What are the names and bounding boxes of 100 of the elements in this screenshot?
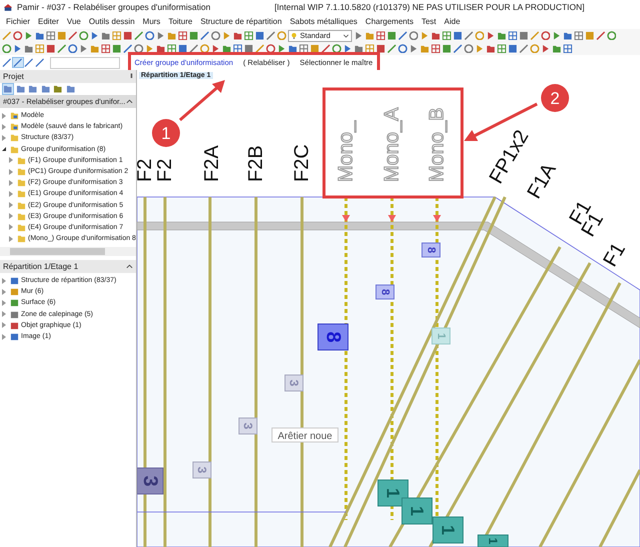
grid-icon[interactable] [563, 44, 572, 54]
line-icon[interactable] [57, 44, 66, 54]
expander-icon[interactable] [2, 147, 6, 152]
grid-icon[interactable] [574, 30, 583, 40]
circle-icon[interactable] [398, 44, 408, 54]
grid-icon[interactable] [244, 30, 254, 40]
grid-icon[interactable] [442, 30, 451, 40]
line-icon[interactable] [321, 44, 330, 54]
grid-icon[interactable] [431, 44, 440, 54]
menu-item[interactable]: Chargements [365, 17, 414, 26]
menu-item[interactable]: Vue [66, 17, 81, 26]
line-icon[interactable] [189, 44, 198, 54]
menu-item[interactable]: Fichier [6, 17, 30, 26]
grid-icon[interactable] [35, 44, 44, 54]
square-icon[interactable] [310, 44, 320, 54]
circle-icon[interactable] [474, 30, 484, 40]
number-tag[interactable]: 8 [376, 284, 394, 300]
scrollbar[interactable] [0, 247, 136, 256]
line-icon[interactable] [530, 30, 539, 40]
menu-item[interactable]: Toiture [168, 17, 192, 26]
circle-icon[interactable] [13, 30, 22, 40]
circle-icon[interactable] [540, 30, 550, 40]
grid-icon[interactable] [376, 30, 385, 40]
circle-icon[interactable] [2, 44, 12, 54]
circle-icon[interactable] [134, 44, 144, 54]
square-icon[interactable] [244, 44, 254, 54]
circle-icon[interactable] [332, 44, 342, 54]
square-icon[interactable] [386, 30, 396, 40]
circle-icon[interactable] [211, 30, 220, 40]
grid-icon[interactable] [167, 44, 176, 54]
circle-icon[interactable] [200, 44, 210, 54]
circle-icon[interactable] [68, 44, 78, 54]
folder-icon[interactable] [3, 84, 12, 94]
line-icon[interactable] [596, 30, 605, 40]
circle-icon[interactable] [266, 44, 276, 54]
line-icon[interactable] [255, 44, 264, 54]
line-icon[interactable] [519, 44, 528, 54]
grid-icon[interactable] [178, 30, 188, 40]
line-icon[interactable] [387, 44, 396, 54]
input-field[interactable] [50, 56, 120, 68]
collapse-icon[interactable] [126, 99, 133, 104]
menu-item[interactable]: Aide [444, 17, 460, 26]
square-icon[interactable] [123, 30, 132, 40]
circle-icon[interactable] [408, 30, 418, 40]
square-icon[interactable] [584, 30, 594, 40]
line-icon[interactable] [24, 58, 34, 68]
circle-icon[interactable] [145, 30, 154, 40]
square-icon[interactable] [508, 44, 518, 54]
line-icon[interactable] [266, 30, 276, 40]
square-icon[interactable] [452, 30, 462, 40]
grid-icon[interactable] [46, 30, 56, 40]
menu-item[interactable]: Sabots métalliques [290, 17, 358, 26]
square-icon[interactable] [518, 30, 528, 40]
line-icon[interactable] [2, 30, 12, 40]
grid-icon[interactable] [299, 44, 308, 54]
number-tag[interactable]: 8 [422, 242, 440, 258]
folder-icon [10, 111, 19, 120]
grid-icon[interactable] [508, 30, 517, 40]
line-icon[interactable] [2, 58, 12, 68]
line-icon[interactable] [200, 30, 210, 40]
square-icon[interactable] [255, 30, 264, 40]
circle-icon[interactable] [277, 30, 286, 40]
line-icon[interactable] [464, 30, 473, 40]
square-icon[interactable] [442, 44, 452, 54]
line-icon[interactable] [35, 58, 44, 68]
grid-icon[interactable] [497, 44, 506, 54]
member-label: F2A [201, 145, 223, 182]
grid-icon[interactable] [101, 44, 110, 54]
line-icon[interactable] [398, 30, 407, 40]
line-icon[interactable] [123, 44, 132, 54]
circle-icon[interactable] [464, 44, 474, 54]
square-icon[interactable] [46, 44, 56, 54]
line-icon[interactable] [453, 44, 462, 54]
grid-icon[interactable] [233, 44, 242, 54]
circle-icon[interactable] [530, 44, 540, 54]
square-icon[interactable] [112, 44, 122, 54]
app-logo-icon [3, 2, 13, 12]
collapse-icon[interactable] [126, 264, 133, 269]
grid-icon[interactable] [365, 44, 374, 54]
square-icon[interactable] [376, 44, 386, 54]
build-note: [Internal WIP 7.1.10.5820 (r101379) NE PAS UTILISER POUR LA PRODUCTION] [274, 2, 584, 12]
folder-icon[interactable] [288, 44, 298, 54]
member-label: F2 [154, 158, 176, 182]
square-icon[interactable] [189, 30, 198, 40]
line-icon[interactable] [13, 58, 22, 68]
pin-icon[interactable] [130, 73, 133, 80]
menu-item[interactable]: Murs [142, 17, 160, 26]
square-icon[interactable] [178, 44, 188, 54]
menu-item[interactable]: Editer [38, 17, 59, 26]
menu-item[interactable]: Outils dessin [88, 17, 135, 26]
square-icon[interactable] [57, 30, 66, 40]
line-icon[interactable] [68, 30, 78, 40]
caret-icon [343, 34, 349, 38]
grid-icon[interactable] [112, 30, 122, 40]
arrow-icon[interactable] [277, 44, 286, 54]
line-icon[interactable] [134, 30, 144, 40]
menu-item[interactable]: Test [421, 17, 436, 26]
circle-icon[interactable] [606, 30, 616, 40]
menu-item[interactable]: Structure de répartition [200, 17, 282, 26]
circle-icon[interactable] [79, 30, 88, 40]
